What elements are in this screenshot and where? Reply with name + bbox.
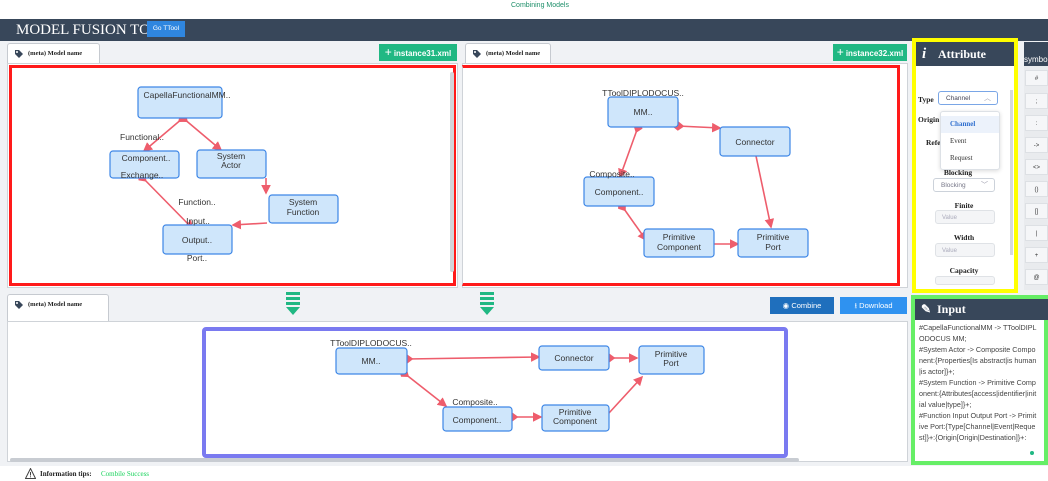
capacity-input[interactable] <box>935 276 995 285</box>
symbol-paren-button[interactable]: () <box>1025 181 1048 197</box>
edge <box>398 369 448 407</box>
left-diagram: CapellaFunctionalMM.. Functional.. Compo… <box>109 86 339 263</box>
capacity-label: Capacity <box>949 266 979 275</box>
width-input[interactable]: Value <box>935 243 995 257</box>
symbol-at-button[interactable]: @ <box>1025 269 1048 285</box>
label-composite: Composite.. <box>589 169 634 179</box>
label-input: Input.. <box>186 216 210 226</box>
attribute-title: Attribute <box>938 47 986 61</box>
edge <box>618 200 647 242</box>
symbol-pipe-button[interactable]: | <box>1025 225 1048 241</box>
symbol-colon-button[interactable]: : <box>1025 115 1048 131</box>
finite-input[interactable]: Value <box>935 210 995 224</box>
label-mm: MM.. <box>634 107 653 117</box>
tag-icon <box>15 50 23 58</box>
chevron-down-icon: ﹀ <box>981 182 988 189</box>
label-primitive-component-2: Component <box>657 242 702 252</box>
info-icon: i <box>922 46 927 62</box>
symbol-semicolon-button[interactable]: ; <box>1025 93 1048 109</box>
tab-label: (meta) Model name <box>486 50 541 57</box>
go-ttool-button[interactable]: Go TTool <box>147 21 185 37</box>
option-event[interactable]: Event <box>941 133 999 150</box>
attribute-scrollbar[interactable] <box>1010 90 1013 255</box>
edge <box>755 155 775 229</box>
tab-right-model-name[interactable]: (meta) Model name <box>465 43 551 63</box>
edge <box>400 352 541 364</box>
symbol-header: symbo <box>1024 42 1048 66</box>
label-connector: Connector <box>554 353 593 363</box>
input-textarea[interactable]: #CapellaFunctionalMM -> TToolDIPLODOCUS … <box>919 322 1037 460</box>
tab-left-model-name[interactable]: (meta) Model name <box>7 43 100 63</box>
attribute-header: i Attribute <box>916 42 1014 66</box>
type-select[interactable]: Channel ︿ <box>938 91 998 105</box>
right-diagram: TToolDIPLODOCUS.. MM.. Connector Composi… <box>583 88 809 258</box>
label-primitive-component-2: Component <box>553 416 598 426</box>
arrow-down-icon <box>286 292 300 315</box>
label-system-actor-2: Actor <box>221 160 241 170</box>
result-scrollbar[interactable] <box>10 458 799 462</box>
warning-icon <box>25 468 36 479</box>
tab-label: (meta) Model name <box>28 50 83 57</box>
label-primitive-port-2: Port <box>663 358 679 368</box>
arrow-down-icon <box>480 292 494 315</box>
reference-label: Refe <box>926 138 941 147</box>
label-primitive-component-1: Primitive <box>663 232 696 242</box>
download-button[interactable]: ⭳ Download <box>840 297 907 314</box>
label-function: Function.. <box>178 197 215 207</box>
footer-bar <box>0 466 1048 481</box>
tag-icon <box>15 301 23 309</box>
width-label: Width <box>953 233 975 242</box>
blocking-select[interactable]: Blocking ﹀ <box>933 178 995 192</box>
tips-label: Information tips: <box>40 470 92 478</box>
chevron-up-icon: ︿ <box>984 95 991 102</box>
blocking-label: Blocking <box>943 168 973 177</box>
edge <box>178 113 223 152</box>
symbol-arrow-button[interactable]: -> <box>1025 137 1048 153</box>
origin-label: Origin <box>918 115 940 124</box>
type-label: Type <box>918 95 934 104</box>
tag-icon <box>473 50 481 58</box>
label-system-function-2: Function <box>287 207 320 217</box>
label-capella: CapellaFunctionalMM.. <box>144 90 231 100</box>
tab-label: (meta) Model name <box>28 301 83 308</box>
label-output: Output.. <box>182 235 212 245</box>
edge <box>231 219 268 230</box>
pencil-icon: ✎ <box>921 302 932 316</box>
label-system-function-1: System <box>289 197 317 207</box>
label-ttool: TToolDIPLODOCUS.. <box>602 88 684 98</box>
finite-label: Finite <box>954 201 974 210</box>
label-component: Component.. <box>122 153 171 163</box>
label-composite: Composite.. <box>452 397 497 407</box>
symbol-hash-button[interactable]: # <box>1025 70 1048 86</box>
label-mm: MM.. <box>362 356 381 366</box>
symbol-plus-button[interactable]: + <box>1025 247 1048 263</box>
tips-value: Combile Success <box>101 470 150 478</box>
label-port: Port.. <box>187 253 207 263</box>
symbol-angle-button[interactable]: <> <box>1025 159 1048 175</box>
combine-button[interactable]: ◉ Combine <box>770 297 834 314</box>
label-component: Component.. <box>595 187 644 197</box>
top-caption: Combining Models <box>511 2 569 9</box>
load-instance31-button[interactable]: + instance31.xml <box>379 44 457 61</box>
label-connector: Connector <box>735 137 774 147</box>
label-functional: Functional.. <box>120 132 164 142</box>
status-dot <box>1030 451 1034 455</box>
input-header: ✎ Input <box>915 299 1048 320</box>
label-primitive-port-1: Primitive <box>757 232 790 242</box>
option-request[interactable]: Request <box>941 150 999 167</box>
label-exchange: Exchange.. <box>121 170 164 180</box>
input-title: Input <box>937 302 966 316</box>
type-dropdown: Channel Event Request <box>940 111 1000 170</box>
tab-result-model-name[interactable]: (meta) Model name <box>7 294 109 321</box>
label-component: Component.. <box>453 415 502 425</box>
symbol-bracket-button[interactable]: [] <box>1025 203 1048 219</box>
label-primitive-port-2: Port <box>765 242 781 252</box>
result-diagram: TToolDIPLODOCUS.. MM.. Connector Primiti… <box>330 338 705 432</box>
edge <box>671 121 722 133</box>
option-channel[interactable]: Channel <box>941 116 999 133</box>
label-ttool: TToolDIPLODOCUS.. <box>330 338 412 348</box>
load-instance32-button[interactable]: + instance32.xml <box>833 44 907 61</box>
edge <box>608 375 644 414</box>
